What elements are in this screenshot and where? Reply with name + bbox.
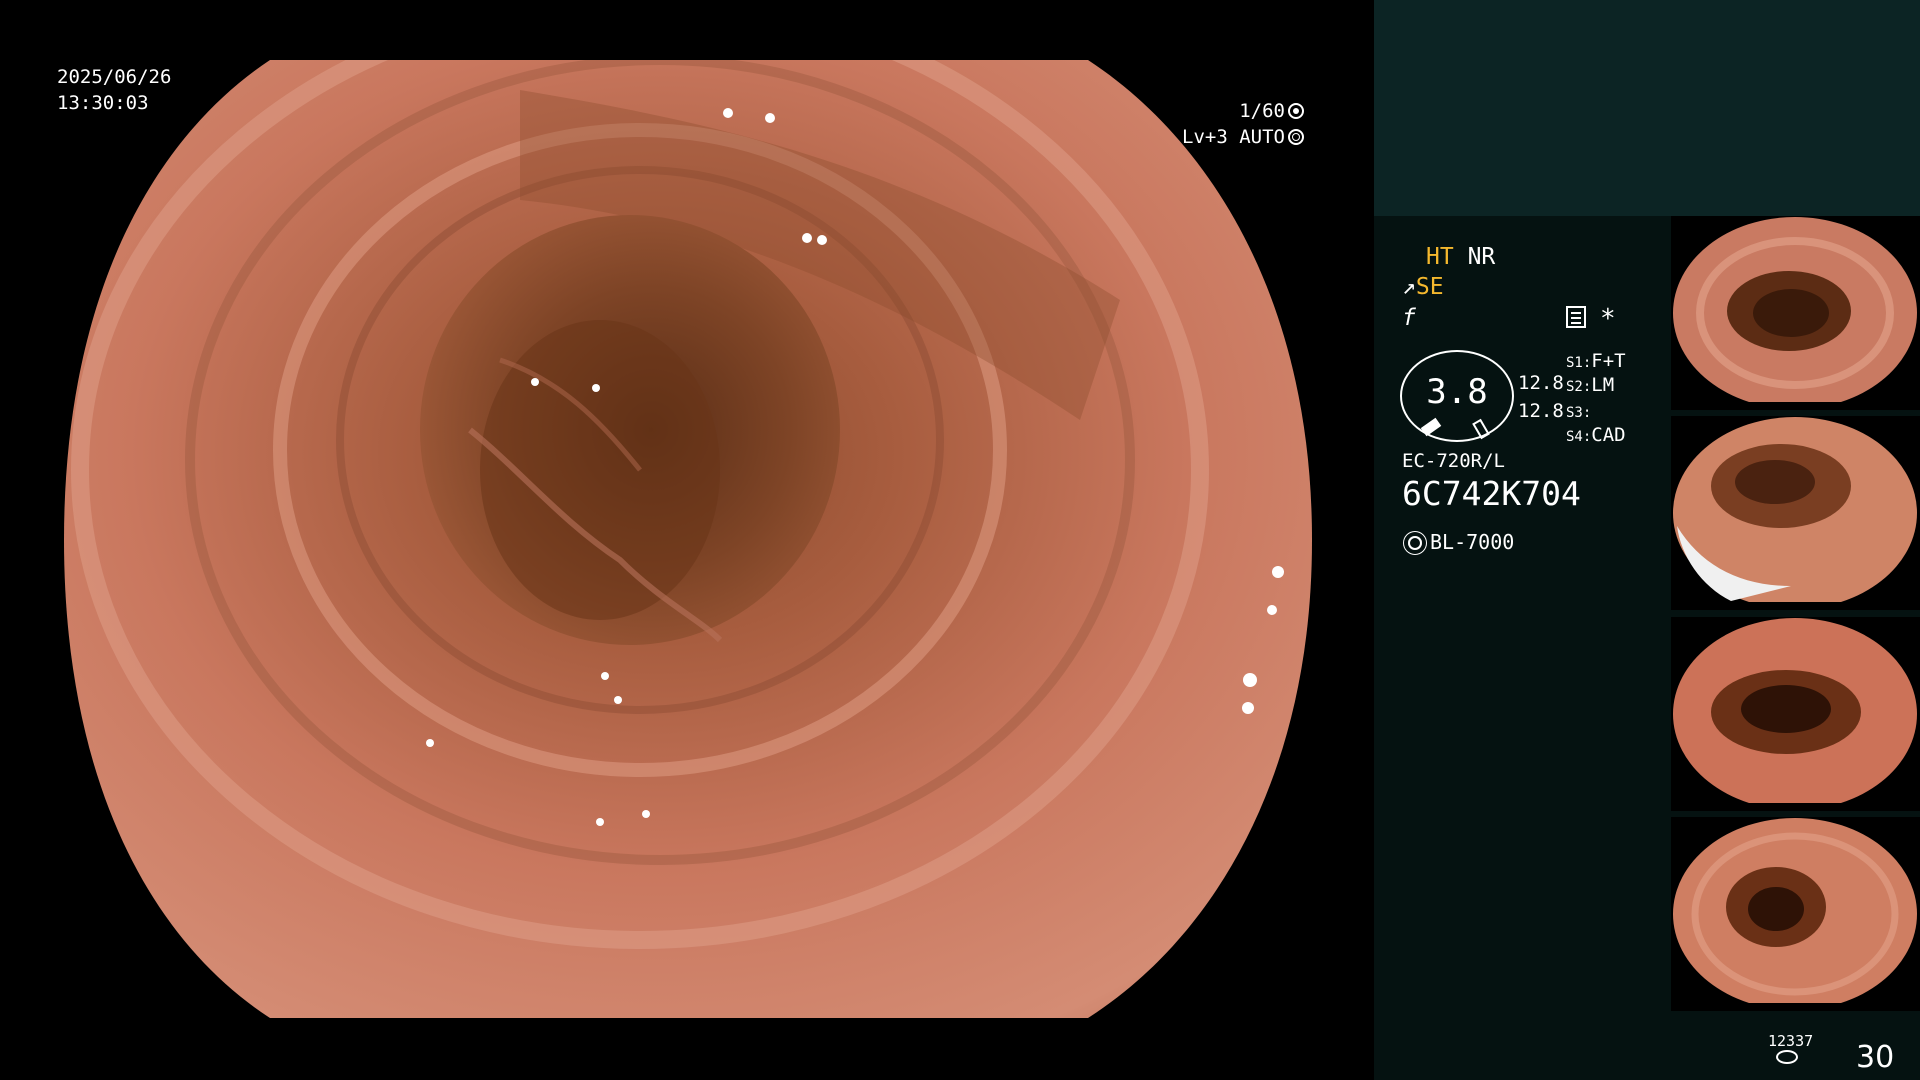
value-2: 12.8 bbox=[1518, 400, 1564, 422]
frame-number: 30 bbox=[1856, 1040, 1895, 1075]
gauge-value: 3.8 bbox=[1426, 372, 1488, 412]
status-panel: HT NR ↗SE f * 3.8 12.8 12.8 S1:F+T S2:LM… bbox=[1374, 0, 1920, 1080]
light-source: BL-7000 bbox=[1402, 530, 1514, 554]
scope-model: EC-720R/L bbox=[1402, 450, 1505, 472]
thumbnail-image bbox=[1671, 417, 1920, 610]
value-1: 12.8 bbox=[1518, 372, 1564, 394]
thumbnail-image bbox=[1671, 818, 1920, 1011]
thumbnail-image bbox=[1671, 618, 1920, 811]
freeze-icon: f bbox=[1402, 305, 1416, 331]
se-status: ↗SE bbox=[1402, 274, 1444, 300]
iris-mode-text: Lv+3 AUTO bbox=[1182, 126, 1285, 148]
shutter-icon bbox=[1288, 103, 1304, 119]
sun-icon bbox=[1408, 536, 1422, 550]
capture-thumbnail[interactable] bbox=[1671, 617, 1920, 811]
ht-label: HT bbox=[1426, 244, 1454, 270]
switch-s1: S1:F+T bbox=[1566, 350, 1626, 372]
date-text: 2025/06/26 bbox=[57, 66, 172, 88]
memo-icon bbox=[1566, 306, 1586, 328]
light-source-label: BL-7000 bbox=[1430, 530, 1515, 554]
enhancement-status: HT NR bbox=[1426, 244, 1495, 270]
capture-thumbnail[interactable] bbox=[1671, 817, 1920, 1011]
endoscope-view: 2025/06/26 13:30:03 1/60 Lv+3 AUTO bbox=[0, 0, 1372, 1080]
thumbnail-image bbox=[1671, 217, 1920, 410]
iris-auto-icon bbox=[1288, 129, 1304, 145]
panel-header-area bbox=[1374, 0, 1920, 216]
exposure-readout: 1/60 Lv+3 AUTO bbox=[1182, 98, 1304, 150]
gauge-marker-icon bbox=[1472, 418, 1490, 440]
endoscope-image bbox=[64, 60, 1312, 1018]
capture-count: 12337 bbox=[1768, 1032, 1814, 1050]
datetime-readout: 2025/06/26 13:30:03 bbox=[57, 64, 171, 116]
shutter-speed-text: 1/60 bbox=[1239, 100, 1285, 122]
scope-serial: 6C742K704 bbox=[1402, 474, 1581, 513]
time-text: 13:30:03 bbox=[57, 92, 149, 114]
switch-s4: S4:CAD bbox=[1566, 424, 1626, 446]
asterisk-mark: * bbox=[1600, 304, 1616, 334]
nr-label: NR bbox=[1467, 244, 1496, 270]
gauge-tick-icon bbox=[1420, 417, 1442, 437]
capture-thumbnail[interactable] bbox=[1671, 416, 1920, 610]
switch-s3: S3: bbox=[1566, 405, 1592, 421]
capture-thumbnail[interactable] bbox=[1671, 216, 1920, 410]
gauge-dial: 3.8 bbox=[1400, 350, 1514, 442]
se-label: SE bbox=[1415, 274, 1444, 300]
scope-angle-icon: ↗ bbox=[1402, 274, 1416, 300]
storage-disk-icon bbox=[1776, 1050, 1798, 1064]
switch-s2: S2:LM bbox=[1566, 374, 1615, 396]
